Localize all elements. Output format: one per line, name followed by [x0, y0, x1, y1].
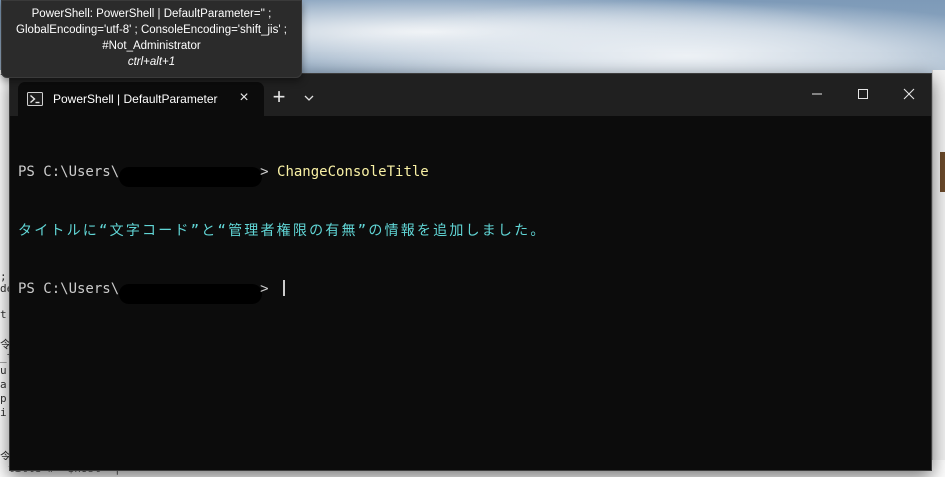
redacted-username — [119, 283, 263, 304]
prompt-text: > — [260, 281, 278, 297]
prompt-text: > — [260, 164, 278, 180]
title-bar[interactable]: PowerShell | DefaultParameter × + — [10, 74, 931, 116]
background-text-fragment: p — [0, 392, 7, 405]
prompt-text: PS C:\Users\ — [18, 164, 120, 180]
background-thumbnail — [940, 152, 945, 192]
command-text: ChangeConsoleTitle — [277, 164, 429, 180]
maximize-icon — [858, 89, 868, 99]
minimize-icon — [812, 93, 822, 95]
close-icon[interactable]: × — [236, 90, 252, 106]
minimize-button[interactable] — [794, 74, 840, 114]
console-line: PS C:\Users\ > ChangeConsoleTitle — [18, 163, 931, 187]
close-window-button[interactable] — [886, 74, 932, 114]
redacted-username — [119, 166, 263, 187]
tooltip-line: PowerShell: PowerShell | DefaultParamete… — [31, 8, 272, 20]
background-text-fragment: t — [0, 308, 7, 321]
chevron-down-icon[interactable] — [300, 88, 318, 108]
tab-powershell[interactable]: PowerShell | DefaultParameter × — [18, 82, 264, 116]
text-cursor — [283, 280, 285, 296]
tab-title: PowerShell | DefaultParameter — [53, 92, 218, 106]
console-line: PS C:\Users\ > — [18, 280, 931, 304]
output-message: タイトルに“文字コード”と“管理者権限の有無”の情報を追加しました。 — [18, 222, 547, 239]
console-output[interactable]: PS C:\Users\ > ChangeConsoleTitle タイトルに“文… — [10, 116, 931, 472]
maximize-button[interactable] — [840, 74, 886, 114]
tooltip-shortcut: ctrl+alt+1 — [127, 56, 176, 68]
new-tab-button[interactable]: + — [268, 86, 290, 109]
prompt-text: PS C:\Users\ — [18, 281, 120, 297]
console-line: タイトルに“文字コード”と“管理者権限の有無”の情報を追加しました。 — [18, 222, 931, 242]
background-text-fragment: u — [0, 364, 7, 377]
desktop-wallpaper — [300, 0, 945, 80]
close-icon — [903, 88, 915, 100]
powershell-icon — [27, 92, 43, 106]
tab-tooltip: PowerShell: PowerShell | DefaultParamete… — [1, 0, 302, 78]
terminal-window: PowerShell | DefaultParameter × + PS C:\… — [9, 73, 932, 471]
background-window-right — [932, 70, 945, 477]
background-text-fragment: a — [0, 378, 7, 391]
tooltip-line: #Not_Administrator — [102, 40, 201, 52]
tooltip-line: GlobalEncoding='utf-8' ; ConsoleEncoding… — [16, 24, 287, 36]
background-text-fragment: i — [0, 406, 7, 419]
